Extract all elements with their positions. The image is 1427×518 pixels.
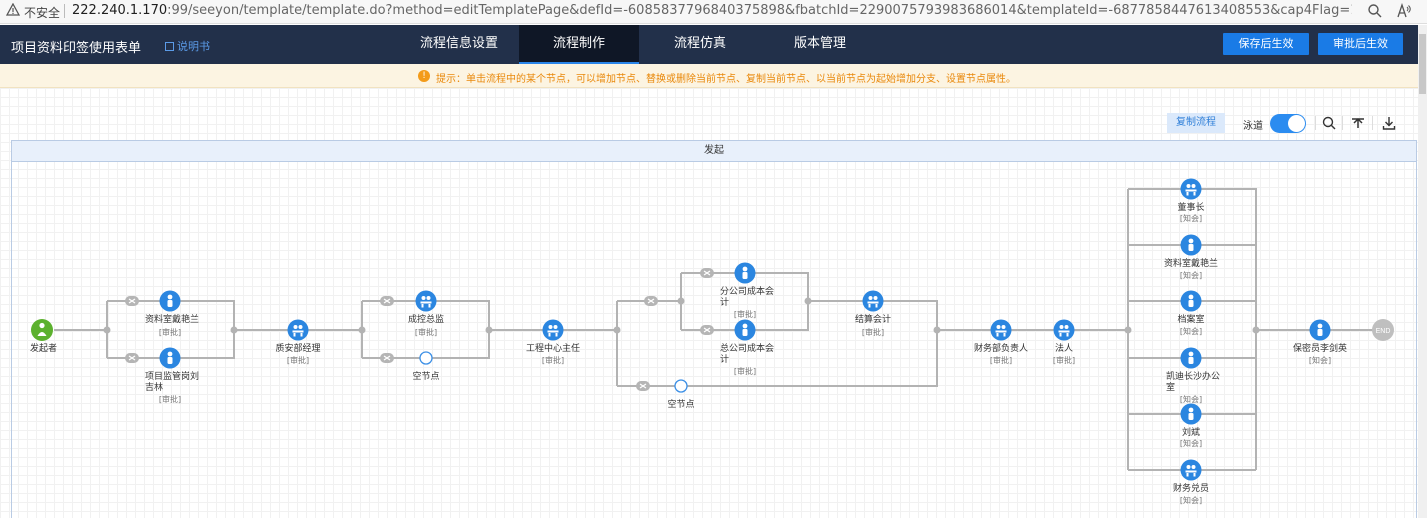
node-label: 计 <box>720 298 730 308</box>
node-label: 吉林 <box>145 383 164 393</box>
node-sub: [知会] <box>1179 496 1203 505</box>
person-icon[interactable] <box>1180 403 1202 425</box>
node-label: 资料室戴艳兰 <box>1163 259 1218 269</box>
node-label: 质安部经理 <box>275 344 321 354</box>
node-label: 工程中心主任 <box>525 344 580 354</box>
node-sub: [审批] <box>158 328 182 337</box>
junction-dot <box>230 326 238 334</box>
role-icon[interactable] <box>1180 459 1202 481</box>
node-label: 计 <box>720 355 730 365</box>
condition-icon[interactable] <box>125 353 139 363</box>
node-sub: [审批] <box>861 328 885 337</box>
role-icon[interactable] <box>287 319 309 341</box>
junction-dot <box>358 326 366 334</box>
node-sub: [审批] <box>1052 356 1076 365</box>
node-sub: [知会] <box>1308 356 1332 365</box>
node-sub: [审批] <box>541 356 565 365</box>
node-sub: [审批] <box>733 367 757 376</box>
condition-icon[interactable] <box>380 353 394 363</box>
end-node[interactable]: END <box>1372 319 1394 341</box>
condition-icon[interactable] <box>644 296 658 306</box>
end-node-text: END <box>1376 328 1391 335</box>
node-label: 凯迪长沙办公 <box>1166 372 1221 382</box>
junction-dot <box>933 326 941 334</box>
role-icon[interactable] <box>542 319 564 341</box>
person-icon[interactable] <box>1180 290 1202 312</box>
condition-icon[interactable] <box>700 325 714 335</box>
role-icon[interactable] <box>1180 178 1202 200</box>
node-sub: [知会] <box>1179 214 1203 223</box>
role-icon[interactable] <box>1053 319 1075 341</box>
node-label: 财务兑员 <box>1172 484 1209 494</box>
junction-dot <box>103 326 111 334</box>
node-sub: [知会] <box>1179 395 1203 404</box>
node-label: 保密员李剑英 <box>1292 344 1347 354</box>
person-icon[interactable] <box>734 319 756 341</box>
role-icon[interactable] <box>862 290 884 312</box>
node-sub: [知会] <box>1179 439 1203 448</box>
node-sub: [审批] <box>286 356 310 365</box>
junction-dot <box>485 326 493 334</box>
node-label: 结算会计 <box>854 315 891 325</box>
role-icon[interactable] <box>415 290 437 312</box>
node-label: 发起者 <box>30 344 58 354</box>
role-icon[interactable] <box>990 319 1012 341</box>
node-label: 档案室 <box>1177 315 1205 325</box>
empty-node[interactable] <box>674 379 688 393</box>
node-label: 法人 <box>1054 344 1073 354</box>
node-label: 资料室戴艳兰 <box>145 315 200 325</box>
junction-dot <box>1124 326 1132 334</box>
junction-dot <box>1252 326 1260 334</box>
person-icon[interactable] <box>1309 319 1331 341</box>
node-sub: [知会] <box>1179 327 1203 336</box>
condition-icon[interactable] <box>125 296 139 306</box>
person-icon[interactable] <box>734 262 756 284</box>
node-label: 财务部负责人 <box>973 344 1028 354</box>
condition-icon[interactable] <box>700 268 714 278</box>
node-sub: [审批] <box>414 328 438 337</box>
node-label: 成控总监 <box>407 315 444 325</box>
node-sub: [审批] <box>733 310 757 319</box>
node-sub: [审批] <box>158 395 182 404</box>
node-sub: [审批] <box>989 356 1013 365</box>
node-label: 总公司成本会 <box>720 344 775 354</box>
node-label: 分公司成本会 <box>720 287 775 297</box>
node-label: 空节点 <box>667 400 695 410</box>
condition-icon[interactable] <box>636 381 650 391</box>
junction-dot <box>804 297 812 305</box>
node-label: 空节点 <box>412 372 440 382</box>
junction-dot <box>613 326 621 334</box>
junction-dot <box>677 297 685 305</box>
condition-icon[interactable] <box>380 296 394 306</box>
node-label: 项目监管岗刘 <box>145 372 200 382</box>
node-sub: [知会] <box>1179 271 1203 280</box>
node-label: 室 <box>1166 383 1176 393</box>
person-icon[interactable] <box>159 290 181 312</box>
person-icon[interactable] <box>159 347 181 369</box>
start-node[interactable] <box>31 319 53 341</box>
person-icon[interactable] <box>1180 347 1202 369</box>
person-icon[interactable] <box>1180 234 1202 256</box>
empty-node[interactable] <box>419 351 433 365</box>
